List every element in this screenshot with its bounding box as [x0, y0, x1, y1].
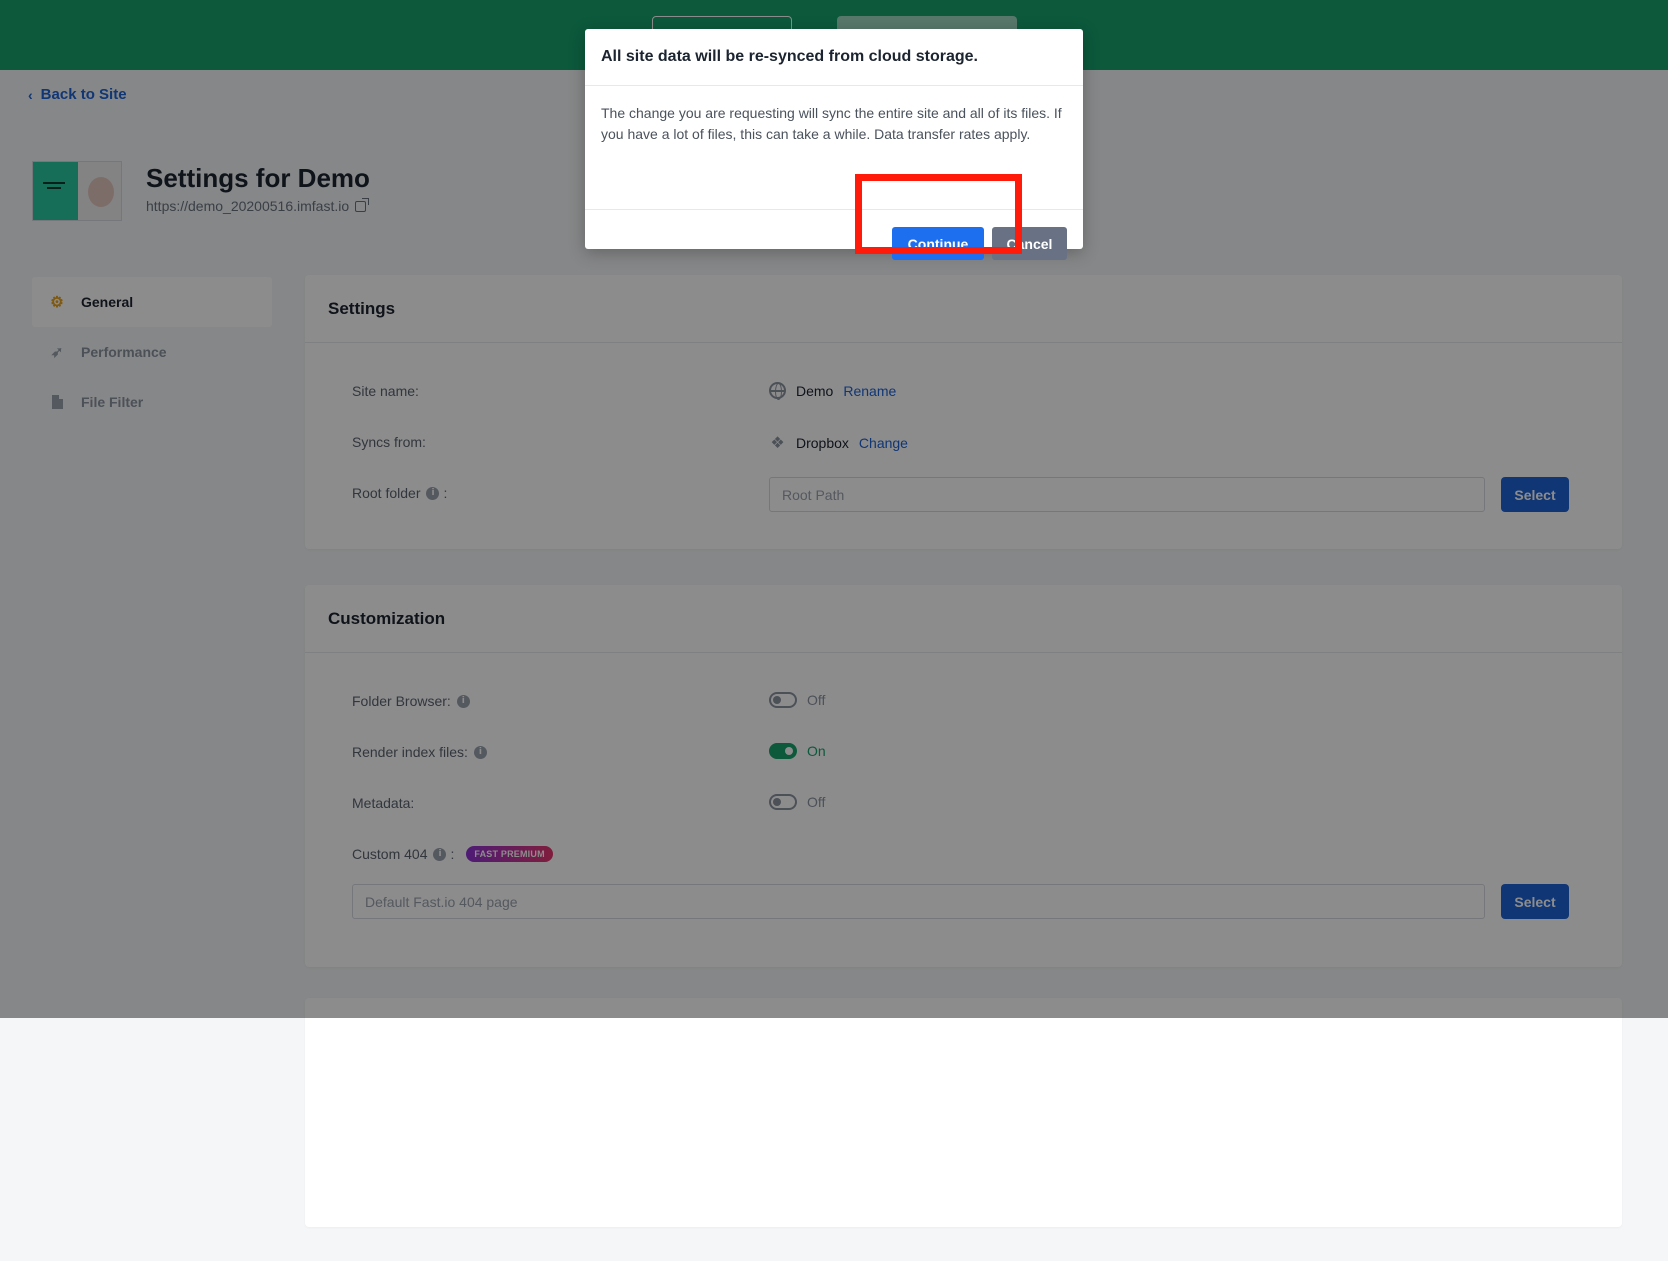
dialog-title: All site data will be re-synced from clo…: [585, 29, 1083, 86]
highlight-annotation-box: [855, 174, 1022, 254]
additional-settings-card: [305, 998, 1622, 1227]
